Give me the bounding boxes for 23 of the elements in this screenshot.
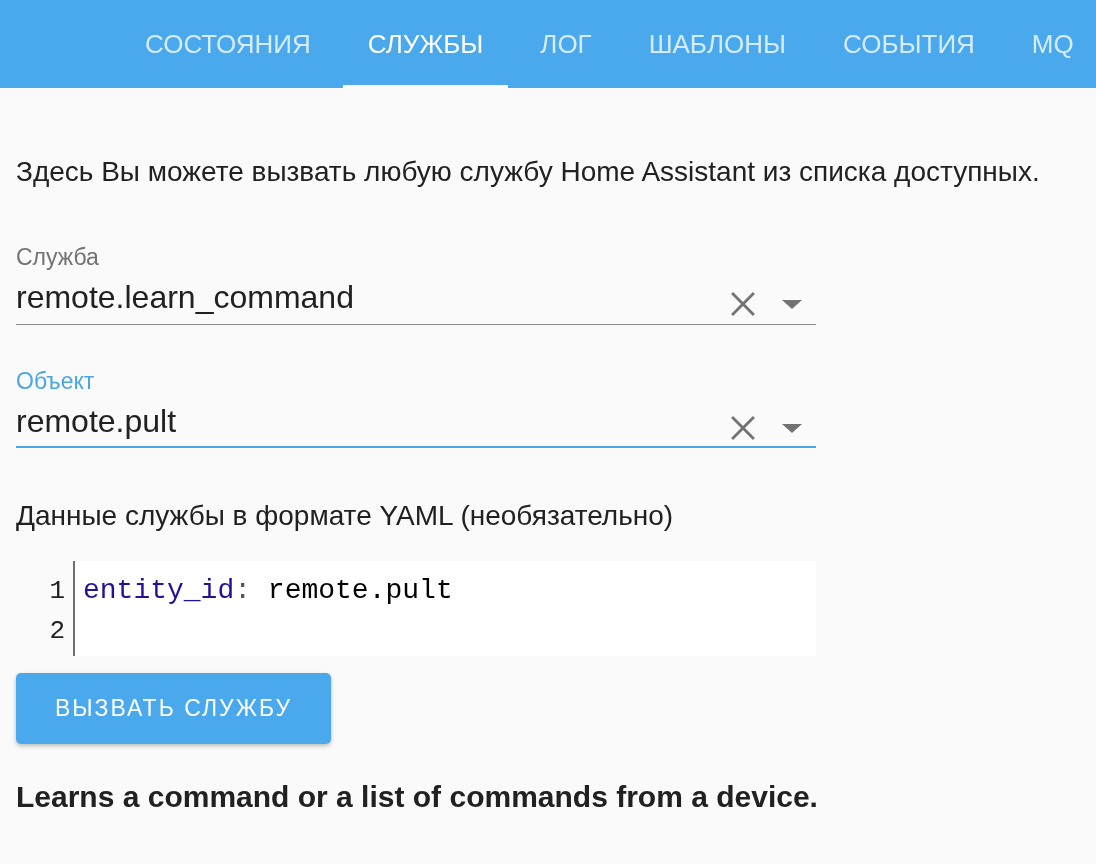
yaml-label: Данные службы в формате YAML (необязательно) <box>16 499 675 533</box>
field-label: Объект <box>16 367 96 395</box>
tab[interactable]: ЛОГ <box>515 0 617 88</box>
tab[interactable]: ШАБЛОНЫ <box>623 0 811 88</box>
dropdown-caret-icon[interactable] <box>782 423 802 433</box>
line-number: 1 <box>48 575 66 608</box>
dropdown-caret-icon[interactable] <box>782 299 802 309</box>
field-label: Служба <box>16 243 100 271</box>
intro-text: Здесь Вы можете вызвать любую службу Home Assistant из списка доступных. <box>16 155 1041 189</box>
clear-icon[interactable] <box>731 292 755 316</box>
tab[interactable]: СОБЫТИЯ <box>818 0 1000 88</box>
field-value: remote.pult <box>16 402 178 440</box>
clear-icon[interactable] <box>731 416 755 440</box>
tab[interactable]: СОСТОЯНИЯ <box>120 0 336 88</box>
field-value: remote.learn_command <box>16 278 355 316</box>
tab[interactable]: СЛУЖБЫ <box>342 0 509 88</box>
dropdown-field[interactable]: Служба remote.learn_command <box>16 243 816 325</box>
service-description: Learns a command or a list of commands from a device. <box>16 779 819 815</box>
call-service-button[interactable]: ВЫЗВАТЬ СЛУЖБУ <box>16 673 331 744</box>
tab[interactable]: MQ <box>1006 0 1096 88</box>
line-number: 2 <box>48 615 66 648</box>
dropdown-field[interactable]: Объект remote.pult <box>16 367 816 448</box>
code-line: entity_id: remote.pult <box>83 574 454 608</box>
